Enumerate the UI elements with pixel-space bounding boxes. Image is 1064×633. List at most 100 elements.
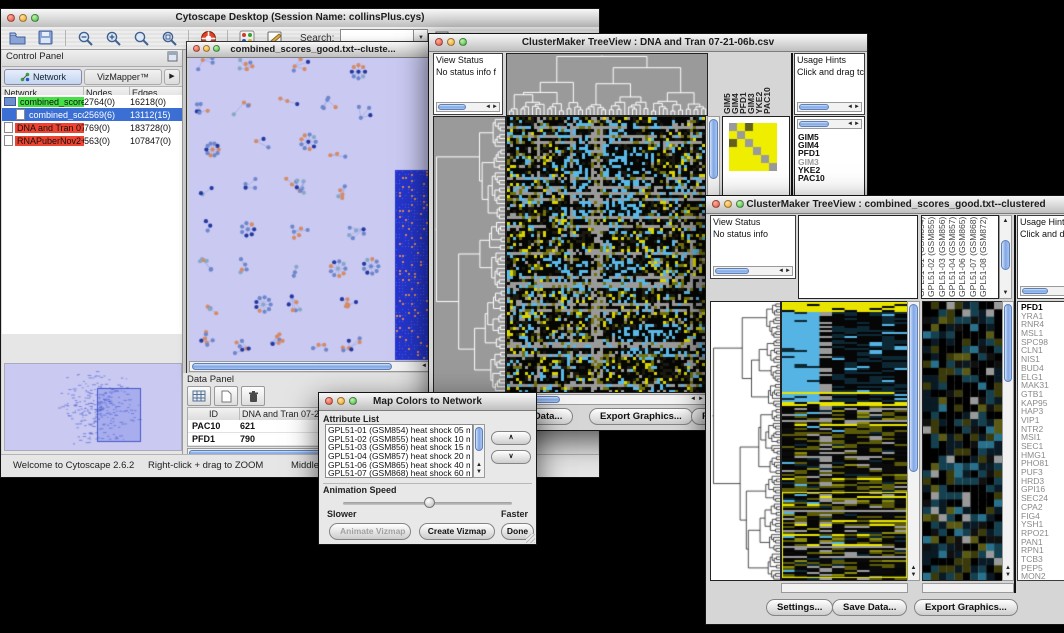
minimize-button[interactable] [724,200,732,208]
global-heatmap[interactable] [781,301,908,581]
scroll-down-arrow[interactable]: ▼ [908,572,919,578]
minimize-button[interactable] [447,38,455,46]
new-attribute-button[interactable] [214,386,238,406]
zoom-heatmap[interactable] [729,123,777,171]
delete-attribute-button[interactable] [241,386,265,406]
zoom-button[interactable] [736,200,744,208]
network-list-row[interactable]: RNAPuberNov2+563(0)107847(0) [2,134,182,147]
network-hscrollbar[interactable]: ◄ ► [189,361,437,372]
move-up-button[interactable]: ∧ [491,431,531,445]
column-dendrogram[interactable] [506,53,708,116]
scrollbar-thumb[interactable] [799,104,829,110]
float-panel-icon[interactable] [167,51,178,65]
export-graphics-button[interactable]: Export Graphics... [914,599,1018,616]
scroll-right-arrow[interactable]: ► [492,103,498,111]
global-heatmap-vscrollbar[interactable]: ▲ ▼ [907,301,920,581]
move-down-button[interactable]: ∨ [491,450,531,464]
close-button[interactable] [435,38,443,46]
scroll-left-arrow[interactable]: ◄ [847,120,853,128]
dialog-titlebar[interactable]: Map Colors to Network [319,393,536,411]
column-header-id[interactable]: ID [188,408,240,420]
scrollbar-thumb[interactable] [192,363,392,370]
scrollbar-thumb[interactable] [475,427,483,451]
scrollbar-thumb[interactable] [438,104,466,110]
scrollbar-thumb[interactable] [1001,240,1010,270]
scroll-right-arrow[interactable]: ► [854,120,860,128]
open-session-button[interactable] [5,28,31,48]
close-button[interactable] [7,14,15,22]
save-session-button[interactable] [33,28,59,48]
attribute-list-item[interactable]: GPL51-07 (GSM868) heat shock 60 min [328,469,470,478]
zoom-button[interactable] [459,38,467,46]
tab-network[interactable]: Network [4,69,82,85]
attribute-list-item[interactable]: GPL51-01 (GSM854) heat shock 05 min [328,426,470,435]
treeview2-titlebar[interactable]: ClusterMaker TreeView : combined_scores_… [706,196,1064,214]
column-label-vscrollbar[interactable]: ▲ ▼ [999,215,1012,299]
scroll-right-arrow[interactable]: ► [785,267,791,275]
view-status-hscrollbar[interactable]: ◄ ► [713,266,793,276]
birdseye-view[interactable] [4,363,182,451]
attribute-list-item[interactable]: GPL51-03 (GSM856) heat shock 15 min [328,443,470,452]
scroll-down-arrow[interactable]: ▼ [1000,290,1011,296]
resize-grip[interactable] [526,534,535,543]
scroll-right-arrow[interactable]: ► [854,103,860,111]
create-vizmap-button[interactable]: Create Vizmap [419,523,495,540]
treeview1-titlebar[interactable]: ClusterMaker TreeView : DNA and Tran 07-… [429,34,867,52]
scroll-up-arrow[interactable]: ▲ [1000,218,1011,224]
scrollbar-thumb[interactable] [709,119,718,179]
gene-label-hscrollbar[interactable]: ◄ ► [797,119,862,129]
animate-vizmap-button[interactable]: Animate Vizmap [329,523,411,540]
view-status-hscrollbar[interactable]: ◄ ► [436,102,500,112]
close-button[interactable] [193,45,200,52]
zoom-heatmap-vscrollbar[interactable]: ▲ ▼ [1002,301,1014,581]
usage-hints-hscrollbar[interactable] [1020,286,1064,296]
scroll-right-arrow[interactable]: ► [698,395,704,404]
network-list-row[interactable]: combined_sco2569(6)13112(15) [2,108,182,121]
main-titlebar[interactable]: Cytoscape Desktop (Session Name: collins… [1,9,599,28]
scrollbar-thumb[interactable] [909,304,918,472]
zoom-fit-button[interactable] [156,28,182,48]
close-button[interactable] [325,397,333,405]
slider-thumb[interactable] [424,497,435,508]
minimize-button[interactable] [337,397,345,405]
attribute-list-item[interactable]: GPL51-04 (GSM857) heat shock 20 min [328,452,470,461]
settings-button[interactable]: Settings... [766,599,833,616]
animation-speed-slider-track[interactable] [343,502,512,505]
scrollbar-thumb[interactable] [799,121,829,127]
network-canvas[interactable] [189,58,435,362]
scroll-down-arrow[interactable]: ▼ [1003,572,1013,578]
global-heatmap[interactable] [506,116,706,393]
row-dendrogram[interactable] [433,116,506,393]
scroll-left-arrow[interactable]: ◄ [690,395,696,404]
scrollbar-thumb[interactable] [715,268,749,274]
zoom-button[interactable] [349,397,357,405]
zoom-selected-button[interactable] [128,28,154,48]
scroll-up-arrow[interactable]: ▲ [1003,565,1013,571]
usage-hints-hscrollbar[interactable]: ◄ ► [797,102,862,112]
zoom-hscrollbar[interactable] [922,583,1014,593]
scroll-up-arrow[interactable]: ▲ [908,565,919,571]
attribute-list-item[interactable]: GPL51-02 (GSM855) heat shock 10 min [328,435,470,444]
scrollbar-thumb[interactable] [1022,288,1048,294]
network-view-titlebar[interactable]: combined_scores_good.txt--cluste... [187,42,439,58]
zoom-button[interactable] [31,14,39,22]
close-button[interactable] [712,200,720,208]
network-list-row[interactable]: DNA and Tran 07769(0)183728(0) [2,121,182,134]
scroll-left-arrow[interactable]: ◄ [421,362,427,371]
select-attributes-button[interactable] [187,386,211,406]
network-list-row[interactable]: combined_scores2764(0)16218(0) [2,95,182,108]
scroll-left-arrow[interactable]: ◄ [778,267,784,275]
tab-overflow-arrow[interactable]: ▶ [164,69,180,85]
save-data-button[interactable]: Save Data... [832,599,907,616]
scroll-down-arrow[interactable]: ▼ [474,469,484,475]
row-dendrogram[interactable] [710,301,781,581]
attribute-list-item[interactable]: GPL51-06 (GSM865) heat shock 40 min [328,461,470,470]
zoom-heatmap[interactable] [922,301,1003,581]
attribute-list[interactable]: GPL51-01 (GSM854) heat shock 05 minGPL51… [325,424,473,478]
scroll-left-arrow[interactable]: ◄ [847,103,853,111]
tab-vizmapper[interactable]: VizMapper™ [84,69,162,85]
scroll-up-arrow[interactable]: ▲ [474,462,484,468]
zoom-out-button[interactable] [72,28,98,48]
global-hscrollbar[interactable] [781,583,908,593]
minimize-button[interactable] [19,14,27,22]
